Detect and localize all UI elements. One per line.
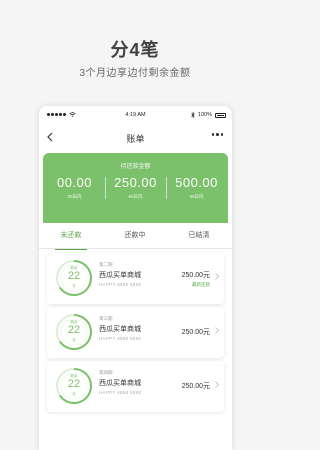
amount-90-days: 500.00 90日内 [166,175,227,200]
promo-title: 分4笔 [110,40,160,60]
amount-value: 500.00 [175,175,218,190]
due-summary-card: 待还款金额 00.00 30日内 250.00 60日内 500.00 90日内 [43,153,228,223]
amount-days: 60日内 [128,194,143,199]
tab-settled[interactable]: 已结清 [167,223,231,249]
tab-indicator [55,248,87,250]
merchant-name: 西瓜买单商城 [99,380,141,387]
chevron-right-icon [215,273,220,282]
battery-percent: 100% [197,112,212,118]
merchant-name: 西瓜买单商城 [99,326,141,333]
days-remaining: 22 [67,324,81,336]
bill-status: 最新还款 [192,282,210,287]
promo-subtitle: 3个月边享边付剩余金额 [79,68,191,79]
bill-amount: 250.00元 [181,272,210,279]
merchant-name: 西瓜买单商城 [99,272,141,279]
tab-label: 还款中 [124,232,146,239]
status-bar: 4:19 AM 100% [39,106,232,124]
ring-unit: 天 [72,284,76,288]
bill-amount: 250.00元 [181,329,210,336]
page-title: 账单 [126,134,145,144]
more-icon[interactable] [211,133,223,136]
tab-repaying[interactable]: 还款中 [103,223,167,249]
bill-amount: 250.00元 [181,383,210,390]
bill-card[interactable]: 剩余 22 天 第三期 西瓜买单商城 HAPPY 8888 8888 250.0… [47,307,224,358]
tab-label: 已结清 [188,232,210,239]
amount-value: 250.00 [114,175,157,190]
days-remaining: 22 [67,378,81,390]
bluetooth-icon [191,112,195,118]
card-number: HAPPY 8888 8888 [99,390,142,395]
phone-screen: 4:19 AM 100% 账单 待还款金额 00.00 30日内 250.00 … [39,106,232,450]
nav-bar: 账单 [39,126,232,150]
amount-30-days: 00.00 30日内 [44,175,105,200]
amount-days: 90日内 [189,194,204,199]
chevron-right-icon [215,327,220,336]
ring-unit: 天 [72,392,76,396]
bill-card[interactable]: 剩余 22 天 第四期 西瓜买单商城 HAPPY 8888 8888 250.0… [47,361,224,412]
ring-unit: 天 [72,338,76,342]
days-remaining: 22 [67,270,81,282]
amount-60-days: 250.00 60日内 [105,175,166,200]
bill-tabs: 未还款 还款中 已结清 [39,223,232,250]
bill-card[interactable]: 剩余 22 天 第二期 西瓜买单商城 HAPPY 8888 8888 250.0… [47,253,224,304]
tab-label: 未还款 [60,232,82,239]
bill-period: 第二期 [99,262,113,267]
bill-period: 第三期 [99,316,113,321]
card-number: HAPPY 8888 8888 [99,282,142,287]
tab-unpaid[interactable]: 未还款 [39,223,103,250]
battery-icon [215,112,226,118]
chevron-right-icon [215,381,220,390]
bill-period: 第四期 [99,370,113,375]
amount-days: 30日内 [67,194,82,199]
amount-value: 00.00 [56,175,93,190]
summary-label: 待还款金额 [120,164,151,170]
card-number: HAPPY 8888 8888 [99,336,142,341]
